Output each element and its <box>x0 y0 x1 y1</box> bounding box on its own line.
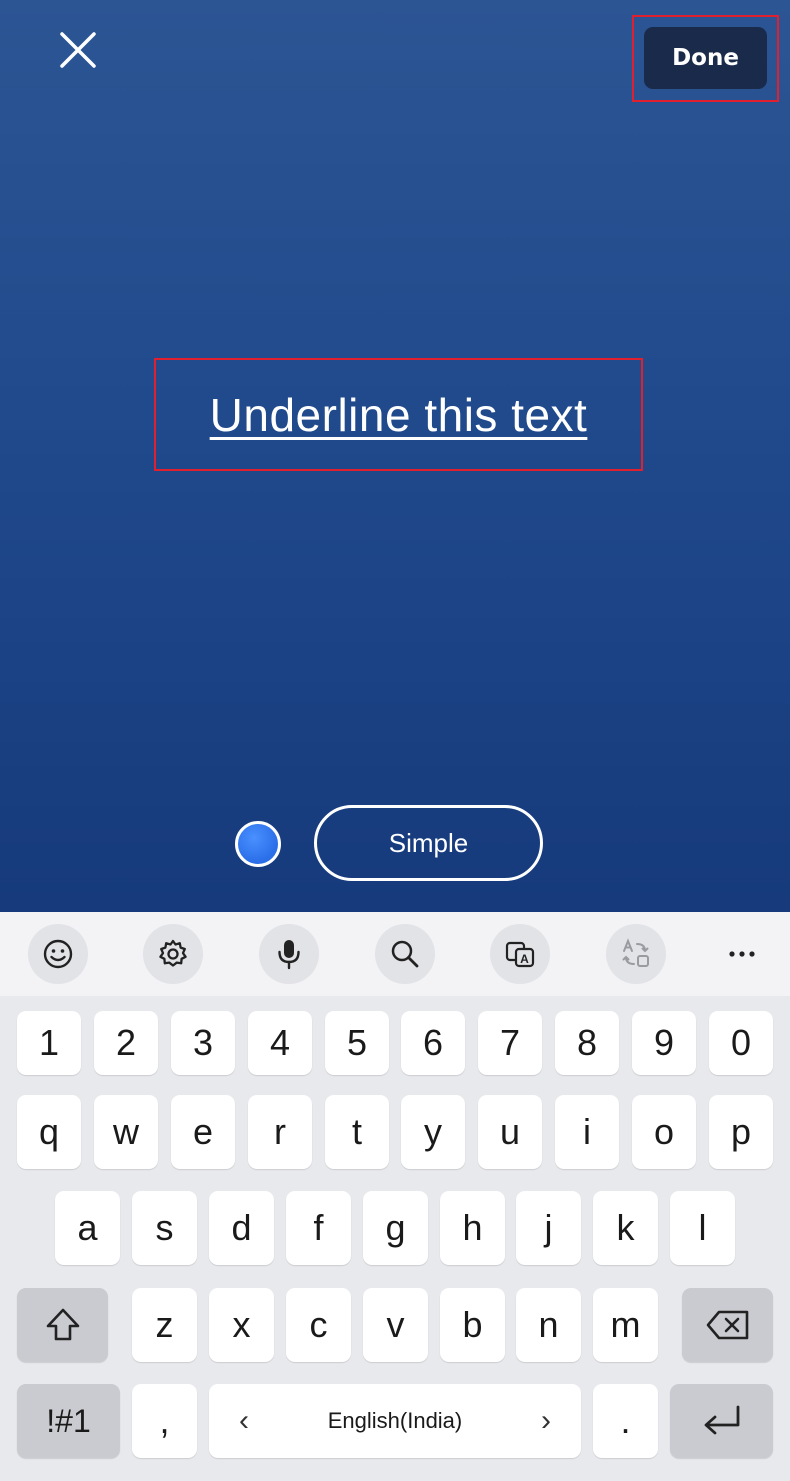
soft-keyboard: A 1 2 3 4 5 6 7 8 9 0 q w e r t y u i o … <box>0 912 790 1481</box>
translate-icon: A <box>505 941 535 968</box>
key-r[interactable]: r <box>248 1095 312 1169</box>
close-button[interactable] <box>50 22 106 78</box>
key-t[interactable]: t <box>325 1095 389 1169</box>
gear-icon <box>159 939 187 967</box>
text-highlight: Underline this text <box>154 358 643 471</box>
search-icon <box>391 940 419 968</box>
color-picker-button[interactable] <box>235 821 281 867</box>
key-s[interactable]: s <box>132 1191 197 1265</box>
backspace-icon <box>706 1310 748 1340</box>
settings-button[interactable] <box>143 924 203 984</box>
key-i[interactable]: i <box>555 1095 619 1169</box>
key-g[interactable]: g <box>363 1191 428 1265</box>
period-key[interactable]: . <box>593 1384 658 1458</box>
chevron-right-icon: › <box>540 1404 551 1437</box>
space-bar[interactable]: ‹ English(India) › <box>209 1384 581 1458</box>
space-bar-label: English(India) <box>327 1408 463 1433</box>
text-convert-button[interactable] <box>606 924 666 984</box>
key-c[interactable]: c <box>286 1288 351 1362</box>
symbols-key[interactable]: !#1 <box>17 1384 120 1458</box>
key-u[interactable]: u <box>478 1095 542 1169</box>
comma-key[interactable]: , <box>132 1384 197 1458</box>
translate-button[interactable]: A <box>490 924 550 984</box>
text-editor-canvas: Done Underline this text Simple <box>0 0 790 912</box>
key-7[interactable]: 7 <box>478 1011 542 1075</box>
shift-key[interactable] <box>17 1288 108 1362</box>
enter-key[interactable] <box>670 1384 773 1458</box>
done-button[interactable]: Done <box>644 27 767 89</box>
emoji-icon <box>43 939 73 969</box>
svg-text:A: A <box>520 952 529 966</box>
done-highlight: Done <box>632 15 779 102</box>
key-2[interactable]: 2 <box>94 1011 158 1075</box>
key-8[interactable]: 8 <box>555 1011 619 1075</box>
key-v[interactable]: v <box>363 1288 428 1362</box>
microphone-icon <box>278 940 300 970</box>
backspace-key[interactable] <box>682 1288 773 1362</box>
search-button[interactable] <box>375 924 435 984</box>
key-3[interactable]: 3 <box>171 1011 235 1075</box>
key-z[interactable]: z <box>132 1288 197 1362</box>
chevron-left-icon: ‹ <box>239 1404 249 1437</box>
key-4[interactable]: 4 <box>248 1011 312 1075</box>
key-l[interactable]: l <box>670 1191 735 1265</box>
key-n[interactable]: n <box>516 1288 581 1362</box>
key-h[interactable]: h <box>440 1191 505 1265</box>
emoji-button[interactable] <box>28 924 88 984</box>
editable-text[interactable]: Underline this text <box>210 388 588 442</box>
key-6[interactable]: 6 <box>401 1011 465 1075</box>
key-1[interactable]: 1 <box>17 1011 81 1075</box>
key-0[interactable]: 0 <box>709 1011 773 1075</box>
enter-icon <box>704 1405 739 1435</box>
key-w[interactable]: w <box>94 1095 158 1169</box>
shift-icon <box>46 1308 79 1341</box>
more-options-button[interactable] <box>712 924 772 984</box>
key-k[interactable]: k <box>593 1191 658 1265</box>
key-d[interactable]: d <box>209 1191 274 1265</box>
key-x[interactable]: x <box>209 1288 274 1362</box>
key-q[interactable]: q <box>17 1095 81 1169</box>
key-m[interactable]: m <box>593 1288 658 1362</box>
text-convert-icon <box>622 938 649 967</box>
key-y[interactable]: y <box>401 1095 465 1169</box>
text-style-button[interactable]: Simple <box>314 805 543 881</box>
key-p[interactable]: p <box>709 1095 773 1169</box>
voice-input-button[interactable] <box>259 924 319 984</box>
key-9[interactable]: 9 <box>632 1011 696 1075</box>
keyboard-toolbar: A <box>0 912 790 996</box>
key-b[interactable]: b <box>440 1288 505 1362</box>
key-j[interactable]: j <box>516 1191 581 1265</box>
key-a[interactable]: a <box>55 1191 120 1265</box>
key-5[interactable]: 5 <box>325 1011 389 1075</box>
key-f[interactable]: f <box>286 1191 351 1265</box>
more-icon <box>729 951 755 957</box>
key-o[interactable]: o <box>632 1095 696 1169</box>
close-icon <box>60 32 96 68</box>
key-e[interactable]: e <box>171 1095 235 1169</box>
